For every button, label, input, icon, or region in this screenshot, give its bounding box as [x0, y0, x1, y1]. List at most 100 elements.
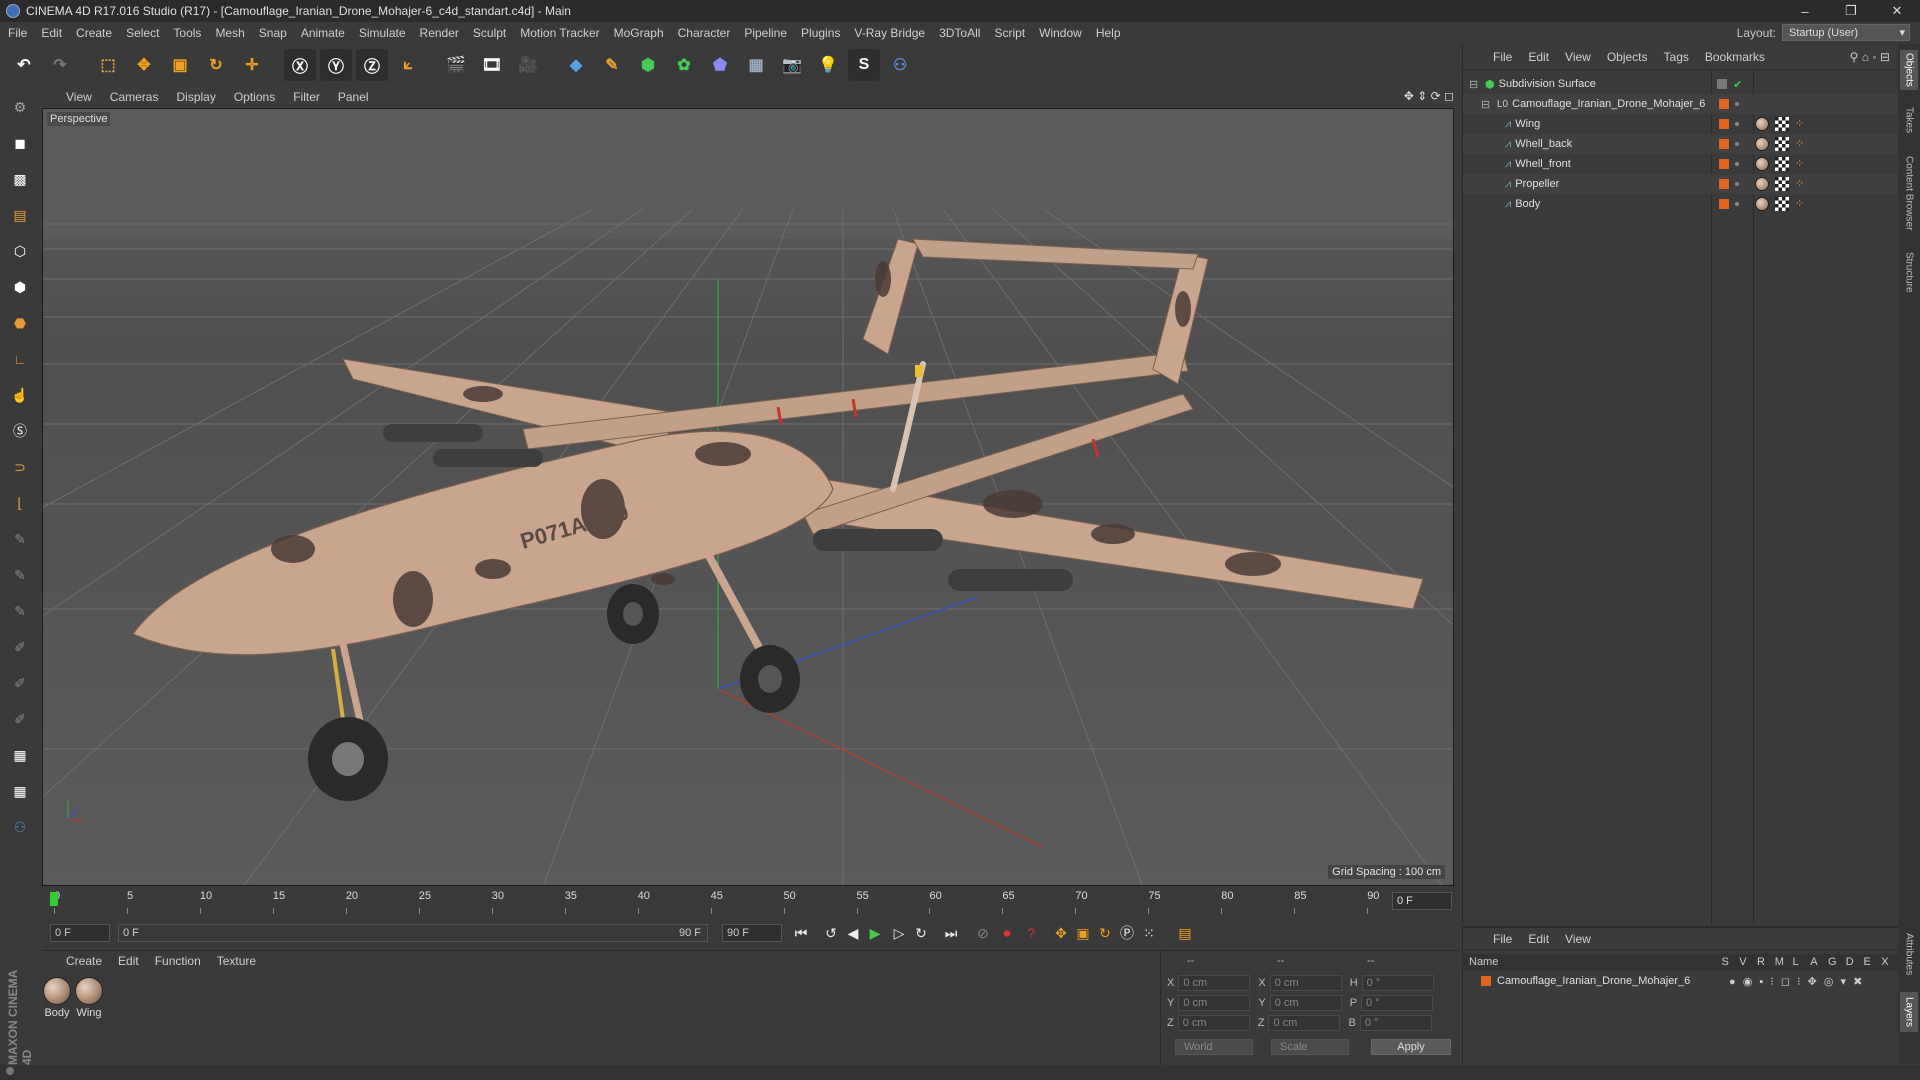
viewport-menu-view[interactable]: View: [66, 90, 92, 104]
scale-button[interactable]: ▣: [164, 49, 196, 81]
next-frame-button[interactable]: ▷: [888, 922, 910, 944]
x-axis-button[interactable]: Ⓧ: [284, 49, 316, 81]
enabled-check-icon[interactable]: ✔: [1733, 78, 1742, 91]
viewport-menu-filter[interactable]: Filter: [293, 90, 320, 104]
pen-button[interactable]: ✎: [596, 49, 628, 81]
menu-mograph[interactable]: MoGraph: [614, 26, 664, 40]
points-mode-button[interactable]: ⬡: [5, 236, 35, 266]
menu-vray-bridge[interactable]: V-Ray Bridge: [854, 26, 925, 40]
collapse-icon[interactable]: ⊟: [1481, 98, 1493, 111]
size-z-field[interactable]: 0 cm: [1268, 1015, 1341, 1031]
material-menu-texture[interactable]: Texture: [217, 954, 256, 968]
tab-layers[interactable]: Layers: [1900, 992, 1918, 1032]
objects-menu-bookmarks[interactable]: Bookmarks: [1705, 50, 1765, 64]
tab-attributes[interactable]: Attributes: [1900, 924, 1918, 984]
selection-tag-icon[interactable]: ⁘: [1795, 158, 1807, 170]
sketch-button[interactable]: S: [848, 49, 880, 81]
key-scale-button[interactable]: ▣: [1072, 922, 1094, 944]
collapse-icon[interactable]: ⊟: [1469, 78, 1481, 91]
grid-snap-button[interactable]: ▦: [5, 740, 35, 770]
uvw-tag-icon[interactable]: [1775, 117, 1789, 131]
menu-create[interactable]: Create: [76, 26, 112, 40]
visibility-dot-icon[interactable]: [1735, 142, 1739, 146]
apply-button[interactable]: Apply: [1371, 1039, 1451, 1055]
coordinate-system-button[interactable]: ⟀: [392, 49, 424, 81]
visibility-dot-icon[interactable]: [1735, 202, 1739, 206]
material-wing[interactable]: Wing: [74, 977, 104, 1019]
objects-menu-edit[interactable]: Edit: [1528, 50, 1549, 64]
snap-button[interactable]: Ⓢ: [5, 416, 35, 446]
objects-menu-objects[interactable]: Objects: [1607, 50, 1648, 64]
selection-tag-icon[interactable]: ⁘: [1795, 138, 1807, 150]
python-script-button[interactable]: ⚇: [5, 812, 35, 842]
material-menu-create[interactable]: Create: [66, 954, 102, 968]
uvw-tag-icon[interactable]: [1775, 157, 1789, 171]
restore-button[interactable]: ❐: [1828, 0, 1874, 22]
visibility-dot-icon[interactable]: [1735, 162, 1739, 166]
material-body[interactable]: Body: [42, 977, 72, 1019]
quantize-button[interactable]: ⌊: [5, 488, 35, 518]
layer-toggle-icons[interactable]: ● ◉ ▪ ⁝ ◻ ⁝ ✥ ◎ ▾ ✖: [1729, 975, 1864, 988]
light-button[interactable]: 💡: [812, 49, 844, 81]
key-position-button[interactable]: ✥: [1050, 922, 1072, 944]
object-row-body[interactable]: ⩘ Body ⁘: [1463, 194, 1899, 214]
layer-color-icon[interactable]: [1481, 976, 1491, 986]
selection-tag-icon[interactable]: ⁘: [1795, 118, 1807, 130]
timeline-window-button[interactable]: ▤: [1174, 922, 1196, 944]
visibility-dot-icon[interactable]: [1735, 102, 1739, 106]
model-mode-button[interactable]: ◼: [5, 128, 35, 158]
tab-content-browser[interactable]: Content Browser: [1900, 148, 1918, 238]
brush-c-button[interactable]: ✐: [5, 704, 35, 734]
polygons-mode-button[interactable]: ⬣: [5, 308, 35, 338]
perspective-viewport[interactable]: P071A-020 Perspective Grid Spacing : 100…: [42, 108, 1454, 886]
menu-simulate[interactable]: Simulate: [359, 26, 406, 40]
camera-button[interactable]: 📷: [776, 49, 808, 81]
visibility-dot-icon[interactable]: [1735, 182, 1739, 186]
tab-takes[interactable]: Takes: [1900, 100, 1918, 140]
object-row-drone-group[interactable]: ⊟ L0 Camouflage_Iranian_Drone_Mohajer_6: [1463, 94, 1899, 114]
objects-menu-view[interactable]: View: [1565, 50, 1591, 64]
start-frame-field[interactable]: 0 F: [50, 924, 110, 942]
viewport-menu-options[interactable]: Options: [234, 90, 275, 104]
go-to-end-button[interactable]: ⏭: [940, 922, 962, 944]
viewport-menu-display[interactable]: Display: [176, 90, 215, 104]
menu-animate[interactable]: Animate: [301, 26, 345, 40]
rotation-p-field[interactable]: 0 °: [1361, 995, 1434, 1011]
autokey-button[interactable]: ⏺: [996, 922, 1018, 944]
undo-button[interactable]: ↶: [8, 49, 40, 81]
play-button[interactable]: ▶: [864, 922, 886, 944]
brush-b-button[interactable]: ✐: [5, 668, 35, 698]
objects-menu-file[interactable]: File: [1493, 50, 1512, 64]
menu-file[interactable]: File: [8, 26, 27, 40]
layer-row[interactable]: Camouflage_Iranian_Drone_Mohajer_6 ● ◉ ▪…: [1463, 972, 1899, 990]
layer-color-icon[interactable]: [1719, 139, 1729, 149]
viewport-nav-icons[interactable]: ✥ ⇕ ⟳ ◻: [1404, 89, 1454, 103]
layer-color-icon[interactable]: [1719, 199, 1729, 209]
menu-render[interactable]: Render: [420, 26, 459, 40]
next-key-button[interactable]: ↻: [910, 922, 932, 944]
keyframe-selection-button[interactable]: ?: [1020, 922, 1042, 944]
menu-script[interactable]: Script: [994, 26, 1025, 40]
menu-edit[interactable]: Edit: [41, 26, 62, 40]
menu-sculpt[interactable]: Sculpt: [473, 26, 506, 40]
selection-tag-icon[interactable]: ⁘: [1795, 198, 1807, 210]
position-z-field[interactable]: 0 cm: [1177, 1015, 1250, 1031]
render-settings-button[interactable]: 🎥: [512, 49, 544, 81]
rotation-h-field[interactable]: 0 °: [1361, 975, 1434, 991]
texture-tag-icon[interactable]: [1755, 177, 1769, 191]
objects-menu-tags[interactable]: Tags: [1664, 50, 1689, 64]
lock-y-button[interactable]: ✎: [5, 560, 35, 590]
array-button[interactable]: ✿: [668, 49, 700, 81]
coordinate-space-select[interactable]: World: [1175, 1039, 1253, 1055]
texture-tag-icon[interactable]: [1755, 157, 1769, 171]
layers-menu-edit[interactable]: Edit: [1528, 932, 1549, 946]
layers-menu-file[interactable]: File: [1493, 932, 1512, 946]
make-editable-button[interactable]: ⚙: [5, 92, 35, 122]
layers-menu-view[interactable]: View: [1565, 932, 1591, 946]
key-parameter-button[interactable]: Ⓟ: [1116, 922, 1138, 944]
size-mode-select[interactable]: Scale: [1271, 1039, 1349, 1055]
playhead[interactable]: [50, 892, 58, 906]
preview-range-slider[interactable]: 0 F 90 F: [118, 924, 708, 942]
texture-tag-icon[interactable]: [1755, 137, 1769, 151]
brush-a-button[interactable]: ✐: [5, 632, 35, 662]
